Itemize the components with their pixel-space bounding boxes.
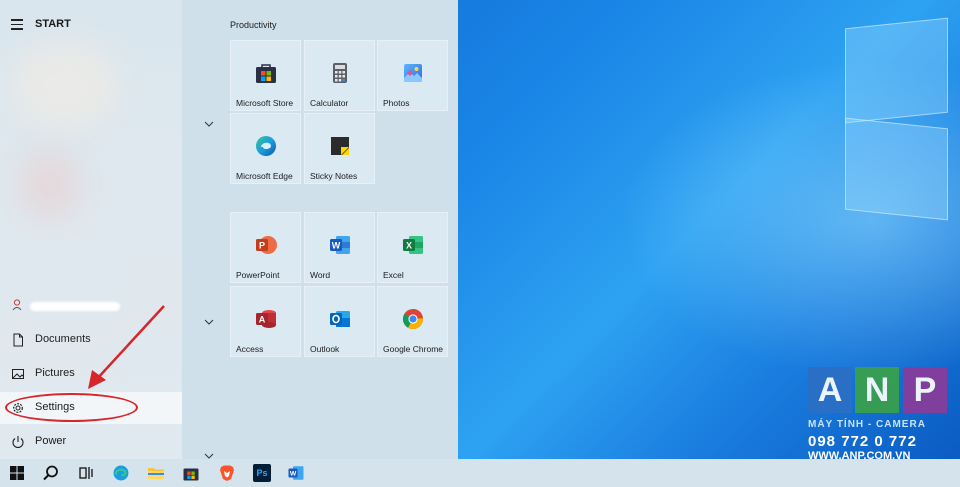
start-icon[interactable] — [10, 466, 24, 480]
tile-google-chrome[interactable]: Google Chrome — [377, 286, 448, 357]
tile-excel[interactable]: X Excel — [377, 212, 448, 283]
rail-item-power[interactable]: Power — [0, 426, 182, 458]
watermark-letter: P — [903, 367, 947, 413]
settings-highlight-annotation — [5, 393, 138, 422]
calculator-icon — [333, 63, 347, 83]
brave-icon[interactable] — [218, 464, 236, 482]
power-icon — [12, 436, 24, 449]
watermark-letter: N — [855, 367, 899, 413]
tile-label: Sticky Notes — [310, 171, 358, 181]
taskbar: Ps W — [0, 459, 960, 487]
tile-calculator[interactable]: Calculator — [304, 40, 375, 111]
document-icon — [13, 333, 23, 347]
tile-sticky-notes[interactable]: Sticky Notes — [304, 113, 375, 184]
tile-label: Word — [310, 270, 331, 280]
svg-text:W: W — [290, 471, 297, 478]
photoshop-icon[interactable]: Ps — [253, 464, 271, 482]
start-title: START — [35, 18, 71, 30]
photos-icon — [404, 64, 422, 82]
svg-text:P: P — [259, 241, 265, 251]
task-view-icon[interactable] — [77, 464, 95, 482]
tile-label: PowerPoint — [236, 270, 280, 280]
tile-outlook[interactable]: Outlook — [304, 286, 375, 357]
start-left-rail: START Documents Pictures Settings Power — [0, 0, 182, 459]
search-icon[interactable] — [42, 464, 60, 482]
tile-label: Google Chrome — [383, 344, 444, 354]
tile-label: Microsoft Edge — [236, 171, 293, 181]
svg-text:A: A — [259, 315, 266, 325]
tile-access[interactable]: A Access — [230, 286, 301, 357]
start-menu: START Documents Pictures Settings Power … — [0, 0, 458, 459]
edge-icon — [256, 136, 276, 156]
svg-text:X: X — [406, 241, 412, 251]
tile-microsoft-store[interactable]: Microsoft Store — [230, 40, 301, 111]
rail-item-label: Power — [35, 435, 67, 447]
chevron-down-icon[interactable] — [204, 318, 214, 326]
word-icon[interactable]: W — [287, 464, 305, 482]
sticky-notes-icon — [331, 137, 349, 155]
powerpoint-icon: P — [256, 236, 277, 254]
tile-label: Access — [236, 344, 264, 354]
pictures-icon — [12, 369, 24, 379]
store-icon — [256, 64, 276, 83]
chrome-icon — [402, 309, 423, 330]
user-icon — [12, 299, 22, 311]
tile-label: Microsoft Store — [236, 98, 294, 108]
store-icon[interactable] — [182, 464, 200, 482]
tile-word[interactable]: W Word — [304, 212, 375, 283]
svg-text:W: W — [332, 241, 341, 251]
access-icon: A — [256, 310, 276, 328]
hamburger-menu-icon[interactable] — [11, 19, 23, 30]
tile-label: Outlook — [310, 344, 340, 354]
tile-photos[interactable]: Photos — [377, 40, 448, 111]
watermark-letter: A — [808, 367, 852, 413]
watermark-tagline: MÁY TÍNH - CAMERA — [808, 419, 926, 430]
edge-icon[interactable] — [112, 464, 130, 482]
anp-watermark: A N P MÁY TÍNH - CAMERA 098 772 0 772 WW… — [808, 367, 950, 462]
tile-label: Calculator — [310, 98, 349, 108]
file-explorer-icon[interactable] — [147, 464, 165, 482]
tile-label: Excel — [383, 270, 404, 280]
rail-item-label: Pictures — [35, 367, 75, 379]
outlook-icon — [330, 311, 350, 327]
tile-powerpoint[interactable]: P PowerPoint — [230, 212, 301, 283]
windows-logo-wallpaper — [845, 15, 960, 221]
watermark-phone: 098 772 0 772 — [808, 433, 917, 450]
red-arrow-annotation — [88, 305, 165, 389]
word-icon: W — [330, 236, 350, 254]
tile-microsoft-edge[interactable]: Microsoft Edge — [230, 113, 301, 184]
group-label-productivity: Productivity — [230, 20, 277, 30]
chevron-down-icon[interactable] — [204, 120, 214, 128]
tile-label: Photos — [383, 98, 410, 108]
excel-icon: X — [403, 236, 423, 254]
